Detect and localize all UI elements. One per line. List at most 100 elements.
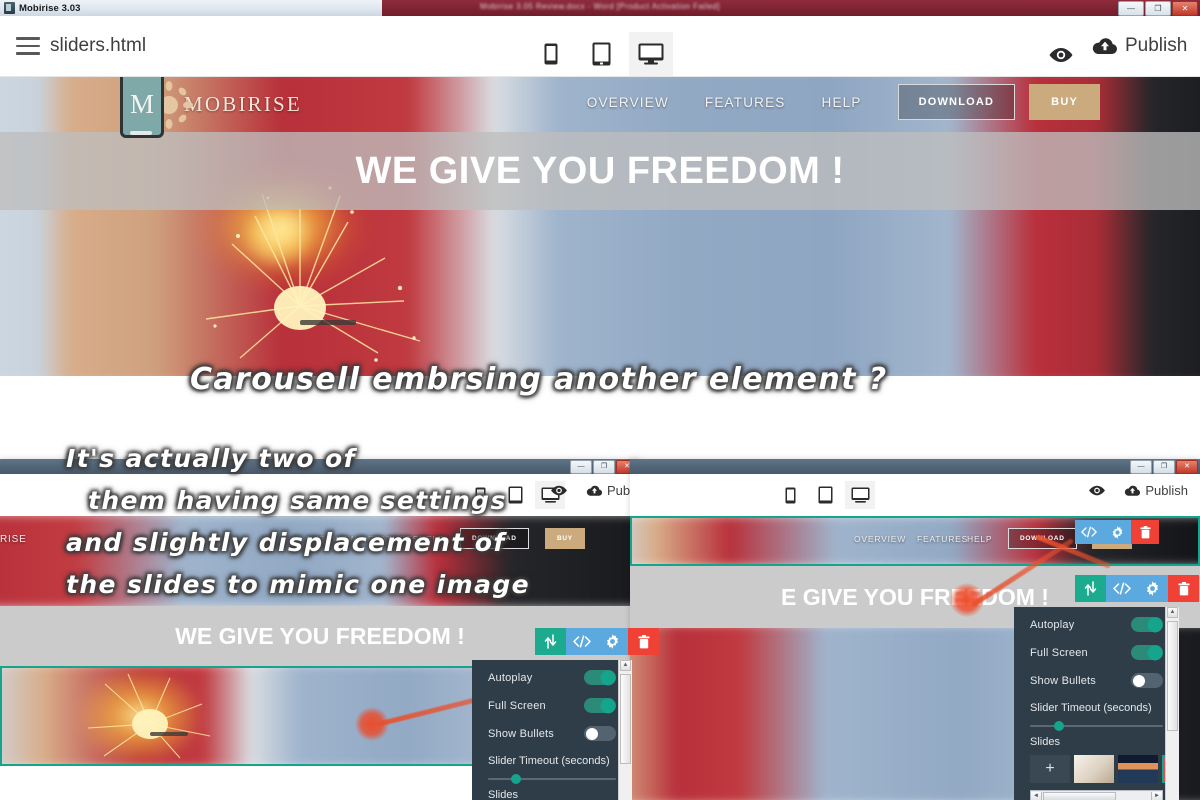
settings-right-hscroll-thumb[interactable] <box>1043 792 1117 800</box>
settings-right-scroll-up[interactable]: ▲ <box>1167 607 1178 618</box>
site-buy-button[interactable]: BUY <box>1029 84 1100 120</box>
inset-right-close[interactable]: ✕ <box>1176 460 1198 474</box>
settings-right-autoplay-label: Autoplay <box>1030 618 1075 631</box>
logo-phone-icon: M <box>120 76 164 138</box>
inset-right-maximize[interactable]: ❐ <box>1153 460 1175 474</box>
settings-right-autoplay-row[interactable]: Autoplay <box>1014 614 1179 635</box>
settings-left-slides-label: Slides <box>488 789 518 800</box>
eye-icon[interactable] <box>550 485 568 496</box>
inset-left-brand-fragment: RISE <box>0 533 27 545</box>
settings-right-showbullets-toggle[interactable] <box>1131 673 1163 688</box>
block-code-button-top[interactable] <box>1075 520 1103 544</box>
trash-icon <box>638 634 649 648</box>
inset-right-titlebar: — ❐ ✕ <box>630 459 1200 474</box>
settings-left-showbullets-label: Show Bullets <box>488 727 554 740</box>
inset-right-menu-help[interactable]: HELP <box>967 534 992 544</box>
settings-right-horizontal-scrollbar[interactable]: ◄ ► <box>1030 790 1163 800</box>
block-settings-button-right[interactable] <box>1137 575 1168 602</box>
tablet-icon <box>592 42 610 66</box>
block-code-button-right[interactable] <box>1106 575 1137 602</box>
inset-right-window-controls[interactable]: — ❐ ✕ <box>1130 460 1198 474</box>
settings-left-showbullets-toggle[interactable] <box>584 726 616 741</box>
settings-right-fullscreen-toggle[interactable] <box>1131 645 1163 660</box>
preview-eye-icon[interactable] <box>1046 46 1076 64</box>
settings-right-slides-label: Slides <box>1030 736 1060 748</box>
eye-icon[interactable] <box>1088 485 1106 496</box>
cloud-upload-icon <box>1092 37 1117 54</box>
annotation-line-2: them having same settings <box>88 486 507 515</box>
inset-right-publish-button[interactable]: Publish <box>1124 483 1188 498</box>
settings-left-autoplay-label: Autoplay <box>488 671 533 684</box>
hamburger-menu-icon[interactable] <box>12 30 44 62</box>
eye-icon <box>1049 48 1073 62</box>
settings-right-timeout-slider[interactable] <box>1014 721 1179 731</box>
inset-right-menu-overview[interactable]: OVERVIEW <box>854 534 906 544</box>
settings-right-fullscreen-row[interactable]: Full Screen <box>1014 642 1179 663</box>
settings-right-scroll-right[interactable]: ► <box>1151 792 1162 800</box>
inset-left-headline: WE GIVE YOU FREEDOM ! <box>175 622 465 649</box>
block-move-button-right[interactable] <box>1075 575 1106 602</box>
settings-right-showbullets-row[interactable]: Show Bullets <box>1014 670 1179 691</box>
settings-right-timeout-label: Slider Timeout (seconds) <box>1030 702 1152 714</box>
settings-left-vertical-scrollbar[interactable]: ▲ <box>618 660 632 800</box>
block-delete-button[interactable] <box>628 628 659 655</box>
site-menu-overview[interactable]: OVERVIEW <box>587 95 669 110</box>
inset-right-toolbar-right: Publish <box>1088 483 1188 498</box>
move-updown-icon <box>544 634 557 649</box>
site-menu-help[interactable]: HELP <box>822 95 862 110</box>
settings-left-showbullets-row[interactable]: Show Bullets <box>472 723 632 744</box>
trash-icon <box>1178 581 1189 595</box>
block-code-button[interactable] <box>566 628 597 655</box>
minimize-button[interactable]: — <box>1118 1 1144 16</box>
settings-right-slide-thumb-1[interactable] <box>1074 755 1114 783</box>
gear-icon <box>1146 581 1159 596</box>
settings-right-scroll-left[interactable]: ◄ <box>1031 792 1042 800</box>
settings-right-autoplay-toggle[interactable] <box>1131 617 1163 632</box>
publish-button[interactable]: Publish <box>1092 16 1187 76</box>
block-settings-button[interactable] <box>597 628 628 655</box>
site-logo[interactable]: M MOBIRISE <box>120 76 302 138</box>
settings-left-fullscreen-toggle[interactable] <box>584 698 616 713</box>
block-settings-button-top[interactable] <box>1103 520 1131 544</box>
block-delete-button-top[interactable] <box>1131 520 1159 544</box>
settings-left-autoplay-row[interactable]: Autoplay <box>472 667 632 688</box>
settings-panel-left[interactable]: Autoplay Full Screen Show Bullets Slider… <box>472 660 632 800</box>
settings-right-slides-row[interactable]: + <box>1014 755 1179 783</box>
inset-right-menu-features[interactable]: FEATURES <box>917 534 968 544</box>
settings-left-timeout-slider[interactable] <box>472 774 632 784</box>
move-updown-icon <box>1084 581 1097 596</box>
settings-panel-right[interactable]: Autoplay Full Screen Show Bullets Slider… <box>1014 607 1179 800</box>
logo-letter: M <box>129 88 154 119</box>
close-button[interactable]: ✕ <box>1172 1 1198 16</box>
window-controls[interactable]: — ❐ ✕ <box>1118 1 1198 16</box>
site-brand-name: MOBIRISE <box>184 91 302 116</box>
inset-left-minimize[interactable]: — <box>570 460 592 474</box>
inset-right-device-tablet[interactable] <box>810 481 840 509</box>
inset-left-maximize[interactable]: ❐ <box>593 460 615 474</box>
settings-right-vertical-scrollbar[interactable]: ▲ <box>1165 607 1179 800</box>
settings-left-scroll-up[interactable]: ▲ <box>620 660 631 671</box>
settings-right-showbullets-label: Show Bullets <box>1030 674 1096 687</box>
inset-right-download-button[interactable]: DOWNLOAD <box>1008 528 1077 549</box>
desktop-icon <box>638 43 664 65</box>
inset-right-device-mobile[interactable] <box>775 481 805 509</box>
site-menu: OVERVIEW FEATURES HELP DOWNLOAD BUY <box>587 84 1100 120</box>
device-desktop-button[interactable] <box>629 32 673 76</box>
inset-left-buy-button[interactable]: BUY <box>545 528 585 549</box>
settings-right-add-slide-button[interactable]: + <box>1030 755 1070 783</box>
block-delete-button-right[interactable] <box>1168 575 1199 602</box>
site-menu-features[interactable]: FEATURES <box>705 95 786 110</box>
block-move-button[interactable] <box>535 628 566 655</box>
hero-headline-band: WE GIVE YOU FREEDOM ! <box>0 132 1200 210</box>
site-download-button[interactable]: DOWNLOAD <box>897 84 1016 120</box>
inset-right-minimize[interactable]: — <box>1130 460 1152 474</box>
device-tablet-button[interactable] <box>579 32 623 76</box>
inset-right-device-desktop[interactable] <box>845 481 875 509</box>
settings-left-autoplay-toggle[interactable] <box>584 670 616 685</box>
device-mobile-button[interactable] <box>529 32 573 76</box>
gear-icon <box>606 634 619 649</box>
settings-right-slide-thumb-2[interactable] <box>1118 755 1158 783</box>
inset-left-window-controls[interactable]: — ❐ ✕ <box>570 460 638 474</box>
maximize-button[interactable]: ❐ <box>1145 1 1171 16</box>
settings-left-fullscreen-row[interactable]: Full Screen <box>472 695 632 716</box>
